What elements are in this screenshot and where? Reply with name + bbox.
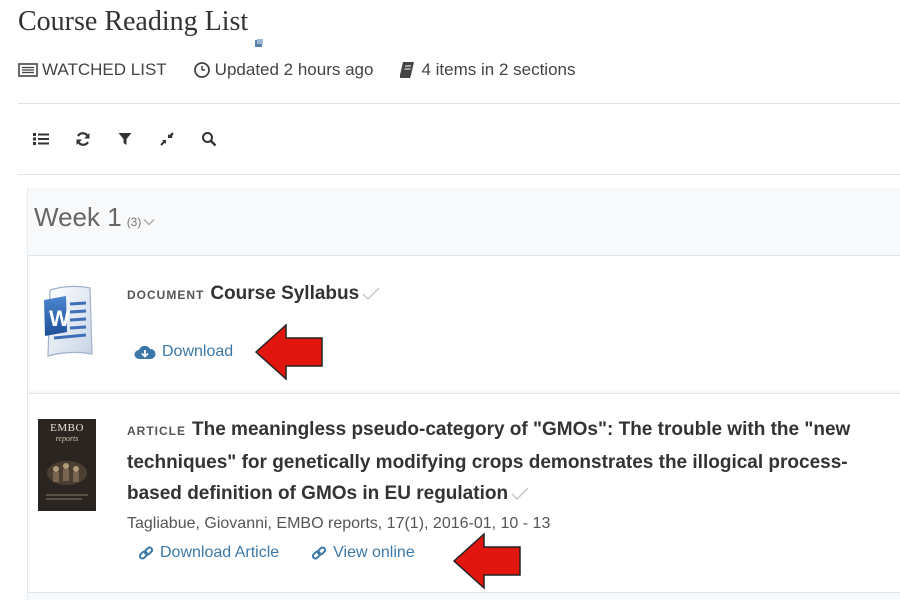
chevron-down-icon xyxy=(143,219,155,226)
item-content: DOCUMENT Course Syllabus xyxy=(127,278,886,311)
item-content: ARTICLE The meaningless pseudo-category o… xyxy=(127,414,886,533)
list-item: W DOCUMENT Course Syllabus Download xyxy=(28,255,900,390)
refresh-icon[interactable] xyxy=(72,128,94,150)
check-icon[interactable] xyxy=(361,287,381,301)
svg-text:W: W xyxy=(49,306,70,331)
filter-icon[interactable] xyxy=(114,128,136,150)
arrow-icon xyxy=(254,323,323,381)
watched-list-toggle[interactable]: WATCHED LIST xyxy=(18,60,167,80)
download-label: Download xyxy=(162,343,234,360)
item-actions: Download xyxy=(134,343,265,361)
link-icon xyxy=(138,546,154,560)
download-article-link[interactable]: Download Article xyxy=(138,544,279,562)
toolbar xyxy=(30,128,240,150)
watched-list-icon xyxy=(18,63,38,77)
item-count-info: 4 items in 2 sections xyxy=(399,60,575,80)
divider xyxy=(18,174,900,175)
item-type: ARTICLE xyxy=(127,424,186,438)
clock-icon xyxy=(193,62,210,78)
link-icon xyxy=(312,546,327,560)
updated-info: Updated 2 hours ago xyxy=(193,60,374,80)
word-document-icon: W xyxy=(40,282,96,367)
item-title[interactable]: Course Syllabus xyxy=(210,283,359,304)
search-icon[interactable] xyxy=(198,128,220,150)
page-title: Course Reading List xyxy=(18,6,264,47)
download-button[interactable]: Download xyxy=(134,343,233,361)
check-icon[interactable] xyxy=(510,487,530,501)
view-online-link[interactable]: View online xyxy=(311,544,415,562)
view-online-label: View online xyxy=(333,544,415,561)
item-title[interactable]: The meaningless pseudo-category of "GMOs… xyxy=(127,419,850,504)
list-view-icon[interactable] xyxy=(30,128,52,150)
book-icon xyxy=(400,62,415,78)
updated-text: Updated 2 hours ago xyxy=(214,60,374,79)
list-meta: WATCHED LIST Updated 2 hours ago 4 items… xyxy=(18,60,601,80)
download-article-label: Download Article xyxy=(160,544,280,561)
section-header[interactable]: Week 1 (3) xyxy=(34,202,155,233)
item-type: DOCUMENT xyxy=(127,288,205,302)
collapse-icon[interactable] xyxy=(156,128,178,150)
page-title-text: Course Reading List xyxy=(18,6,249,37)
section-count: (3) xyxy=(126,215,142,229)
watched-list-label: WATCHED LIST xyxy=(42,60,167,79)
journal-cover-thumbnail: EMBO reports xyxy=(38,419,96,511)
edit-icon[interactable] xyxy=(254,24,264,47)
arrow-icon xyxy=(452,532,521,590)
item-actions: Download Article View online xyxy=(138,544,447,562)
section-title: Week 1 xyxy=(34,202,122,232)
divider xyxy=(18,103,900,104)
item-count-text: 4 items in 2 sections xyxy=(421,60,576,79)
cloud-download-icon xyxy=(134,345,156,359)
